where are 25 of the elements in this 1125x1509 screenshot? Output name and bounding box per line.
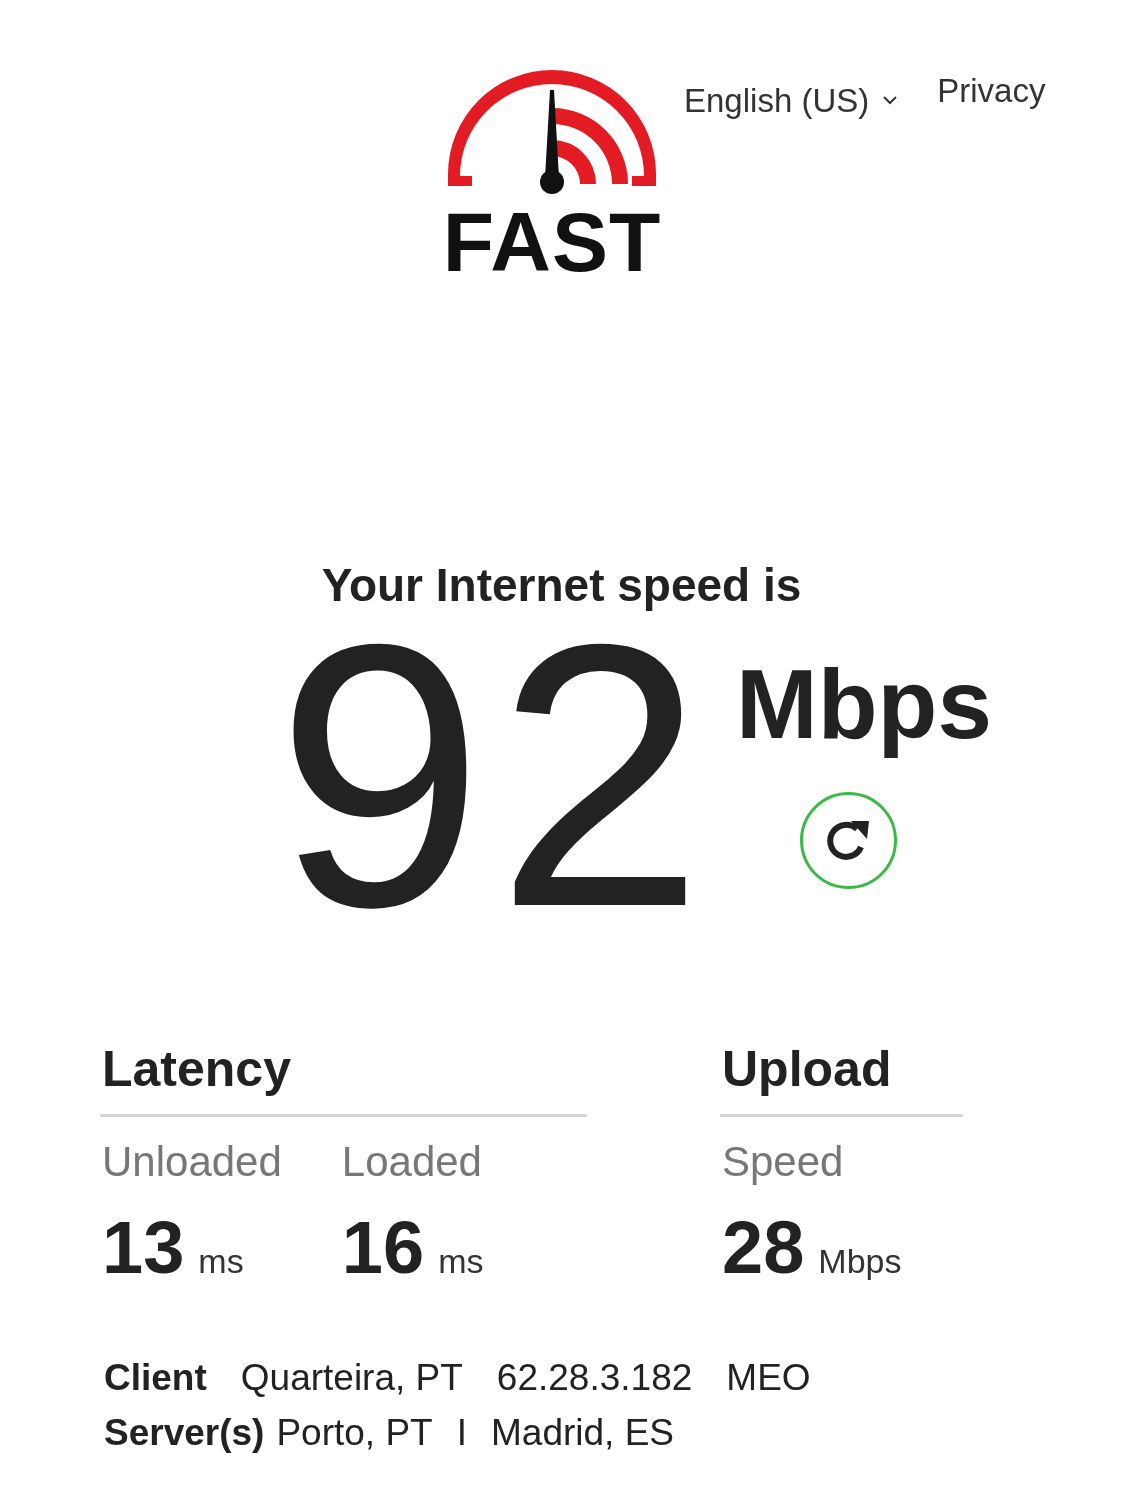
info-value: 62.28.3.182 — [496, 1359, 693, 1396]
info-value: Quarteira, PT — [240, 1359, 463, 1396]
refresh-button[interactable] — [800, 791, 897, 889]
info-value: I — [456, 1414, 467, 1451]
language-selector[interactable]: English (US) — [684, 76, 898, 126]
privacy-link[interactable]: Privacy — [937, 74, 1046, 107]
info-value: Porto, PT — [276, 1414, 433, 1451]
metric-unit: ms — [438, 1244, 484, 1278]
metric-unit: Mbps — [818, 1244, 902, 1278]
metric-value: 16 — [341, 1211, 425, 1285]
info-label: Client — [104, 1359, 207, 1396]
info-value: Madrid, ES — [491, 1414, 674, 1451]
info-value: MEO — [726, 1359, 811, 1396]
metric-label: Speed — [722, 1141, 845, 1183]
section-title: Upload — [720, 1044, 963, 1117]
logo-text: FAST — [442, 200, 662, 284]
metric-unit: ms — [198, 1244, 244, 1278]
speed-unit: Mbps — [736, 648, 992, 761]
metric-value: 28 — [722, 1211, 805, 1285]
info-label: Server(s) — [104, 1414, 265, 1451]
section-title: Latency — [100, 1044, 587, 1117]
metric-label: Unloaded — [102, 1141, 282, 1183]
chevron-down-icon — [883, 96, 898, 106]
metric-label: Loaded — [341, 1141, 483, 1183]
metric-value: 13 — [102, 1211, 185, 1285]
